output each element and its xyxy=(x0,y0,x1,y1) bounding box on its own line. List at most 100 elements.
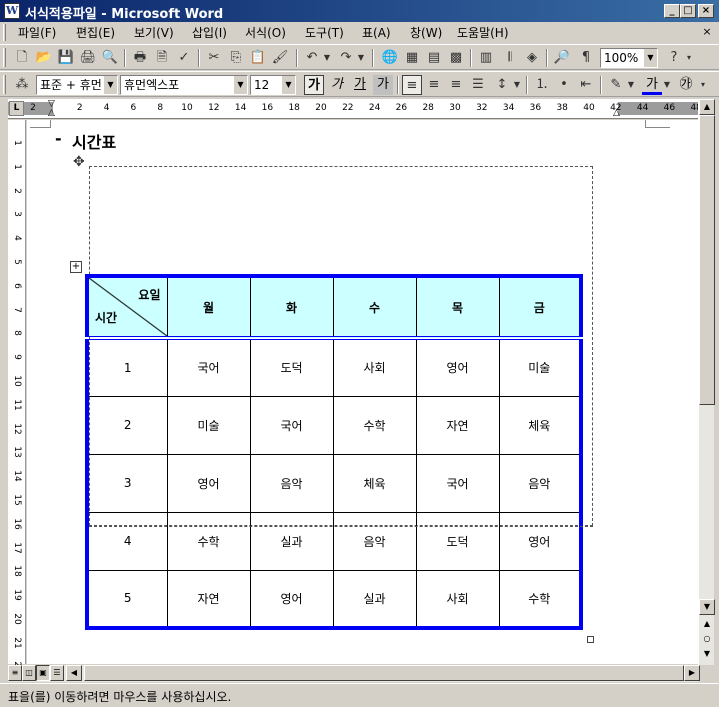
cut-icon[interactable]: ✂ xyxy=(204,48,224,68)
style-select[interactable]: 표준 + 휴먼' ▼ xyxy=(36,75,118,95)
subject-cell[interactable]: 체육 xyxy=(498,395,582,455)
font-size-select[interactable]: 12 ▼ xyxy=(250,75,296,95)
day-header-tue[interactable]: 화 xyxy=(249,275,334,340)
tab-selector[interactable]: L xyxy=(9,101,24,116)
scroll-up-icon[interactable]: ▲ xyxy=(699,99,715,115)
subject-cell[interactable]: 사회 xyxy=(332,337,417,397)
hanging-indent-marker[interactable]: △ xyxy=(48,108,55,118)
line-spacing-dropdown-icon[interactable]: ▼ xyxy=(512,75,522,95)
normal-view-icon[interactable]: ≡ xyxy=(8,665,22,681)
word-icon[interactable]: W xyxy=(4,3,20,19)
horizontal-ruler[interactable]: 2 2 4 6 8 10 12 14 16 18 20 22 24 26 28 30 32 34 36 38 40 42 4… xyxy=(8,99,702,119)
drawing-icon[interactable]: 𝄃 xyxy=(500,48,520,68)
vertical-ruler[interactable]: 112345678910111213141516171819202122 xyxy=(8,120,26,672)
toolbar-grip[interactable] xyxy=(3,48,6,67)
day-header-mon[interactable]: 월 xyxy=(166,275,251,340)
insert-table-icon[interactable]: ▤ xyxy=(424,48,444,68)
align-center-icon[interactable]: ≡ xyxy=(424,75,444,95)
vertical-scrollbar[interactable]: ▲ ▼ ▲ ○ ▼ xyxy=(698,99,715,665)
subject-cell[interactable]: 자연 xyxy=(166,569,251,629)
toolbar-options-icon[interactable]: ▾ xyxy=(684,48,694,68)
web-view-icon[interactable]: ◫ xyxy=(22,665,36,681)
subject-cell[interactable]: 사회 xyxy=(415,569,500,629)
period-cell[interactable]: 5 xyxy=(86,569,168,629)
bold-button[interactable]: 가 xyxy=(304,75,324,95)
maximize-button[interactable]: □ xyxy=(680,4,696,18)
styles-icon[interactable]: ⁂ xyxy=(12,75,32,95)
subject-cell[interactable]: 도덕 xyxy=(415,511,500,571)
close-button[interactable]: × xyxy=(698,4,714,18)
subject-cell[interactable]: 영어 xyxy=(498,511,582,571)
period-cell[interactable]: 4 xyxy=(86,511,168,571)
decrease-indent-icon[interactable]: ⇤ xyxy=(576,75,596,95)
subject-cell[interactable]: 실과 xyxy=(332,569,417,629)
menu-file[interactable]: 파일(F) xyxy=(18,24,56,42)
highlight-dropdown-icon[interactable]: ▼ xyxy=(626,75,636,95)
highlight-icon[interactable]: ✎ xyxy=(606,75,626,95)
select-browse-object-icon[interactable]: ○ xyxy=(699,632,715,648)
subject-cell[interactable]: 도덕 xyxy=(249,337,334,397)
numbering-icon[interactable]: ⒈ xyxy=(532,75,552,95)
menu-tools[interactable]: 도구(T) xyxy=(305,24,344,42)
subject-cell[interactable]: 수학 xyxy=(332,395,417,455)
corner-cell[interactable]: 요일 시간 xyxy=(86,275,168,340)
zoom-select[interactable]: 100% ▼ xyxy=(600,48,658,68)
subject-cell[interactable]: 수학 xyxy=(498,569,582,629)
subject-cell[interactable]: 국어 xyxy=(249,395,334,455)
toolbar-grip[interactable] xyxy=(3,75,6,94)
show-hide-icon[interactable]: 🔎 xyxy=(552,48,572,68)
undo-icon[interactable]: ↶ xyxy=(302,48,322,68)
toolbar-options-icon[interactable]: ▾ xyxy=(698,75,708,95)
bullets-icon[interactable]: • xyxy=(554,75,574,95)
italic-button[interactable]: 가 xyxy=(327,75,347,95)
minimize-button[interactable]: _ xyxy=(664,4,680,18)
subject-cell[interactable]: 자연 xyxy=(415,395,500,455)
save-icon[interactable]: 💾 xyxy=(56,48,76,68)
open-folder-icon[interactable]: 📂 xyxy=(34,48,54,68)
chevron-down-icon[interactable]: ▼ xyxy=(643,49,657,67)
help-icon[interactable]: ? xyxy=(664,48,684,68)
menu-grip[interactable] xyxy=(3,24,6,41)
subject-cell[interactable]: 음악 xyxy=(498,453,582,513)
table-move-handle-icon[interactable]: + xyxy=(70,261,82,273)
subject-cell[interactable]: 미술 xyxy=(498,337,582,397)
font-color-dropdown-icon[interactable]: ▼ xyxy=(662,75,672,95)
day-header-wed[interactable]: 수 xyxy=(332,275,417,340)
subject-cell[interactable]: 음악 xyxy=(249,453,334,513)
chevron-down-icon[interactable]: ▼ xyxy=(233,76,247,94)
underline-button[interactable]: 가 xyxy=(350,75,370,95)
undo-dropdown-icon[interactable]: ▼ xyxy=(322,48,332,68)
justify-icon[interactable]: ☰ xyxy=(468,75,488,95)
paste-icon[interactable]: 📋 xyxy=(248,48,268,68)
print-preview-icon[interactable]: 🔍 xyxy=(100,48,120,68)
redo-dropdown-icon[interactable]: ▼ xyxy=(356,48,366,68)
chevron-down-icon[interactable]: ▼ xyxy=(103,76,117,94)
subject-cell[interactable]: 영어 xyxy=(415,337,500,397)
scroll-thumb[interactable] xyxy=(84,665,684,681)
table-resize-handle[interactable] xyxy=(587,636,594,643)
menu-table[interactable]: 표(A) xyxy=(362,24,391,42)
enclose-char-button[interactable]: ㉮ xyxy=(676,75,696,95)
menu-help[interactable]: 도움말(H) xyxy=(457,24,509,42)
scroll-thumb[interactable] xyxy=(699,115,715,405)
scroll-left-icon[interactable]: ◀ xyxy=(66,665,82,681)
print-view-icon[interactable]: ▣ xyxy=(36,665,50,681)
permission-icon[interactable]: 🖨 xyxy=(78,48,98,68)
doc-close-icon[interactable]: × xyxy=(700,26,714,39)
tables-borders-icon[interactable]: ▦ xyxy=(402,48,422,68)
pilcrow-icon[interactable]: ¶ xyxy=(576,48,596,68)
subject-cell[interactable]: 영어 xyxy=(249,569,334,629)
insert-excel-icon[interactable]: ▩ xyxy=(446,48,466,68)
document-map-icon[interactable]: ◈ xyxy=(522,48,542,68)
scroll-down-icon[interactable]: ▼ xyxy=(699,599,715,615)
print-icon[interactable]: 🖶 xyxy=(130,48,150,68)
subject-cell[interactable]: 미술 xyxy=(166,395,251,455)
font-color-button[interactable]: 가 xyxy=(642,75,662,95)
hyperlink-icon[interactable]: 🌐 xyxy=(380,48,400,68)
previous-page-icon[interactable]: ▲ xyxy=(699,617,715,633)
subject-cell[interactable]: 실과 xyxy=(249,511,334,571)
preview-icon[interactable]: 🗎 xyxy=(152,48,172,68)
menu-view[interactable]: 보기(V) xyxy=(134,24,174,42)
subject-cell[interactable]: 국어 xyxy=(166,337,251,397)
period-cell[interactable]: 2 xyxy=(86,395,168,455)
